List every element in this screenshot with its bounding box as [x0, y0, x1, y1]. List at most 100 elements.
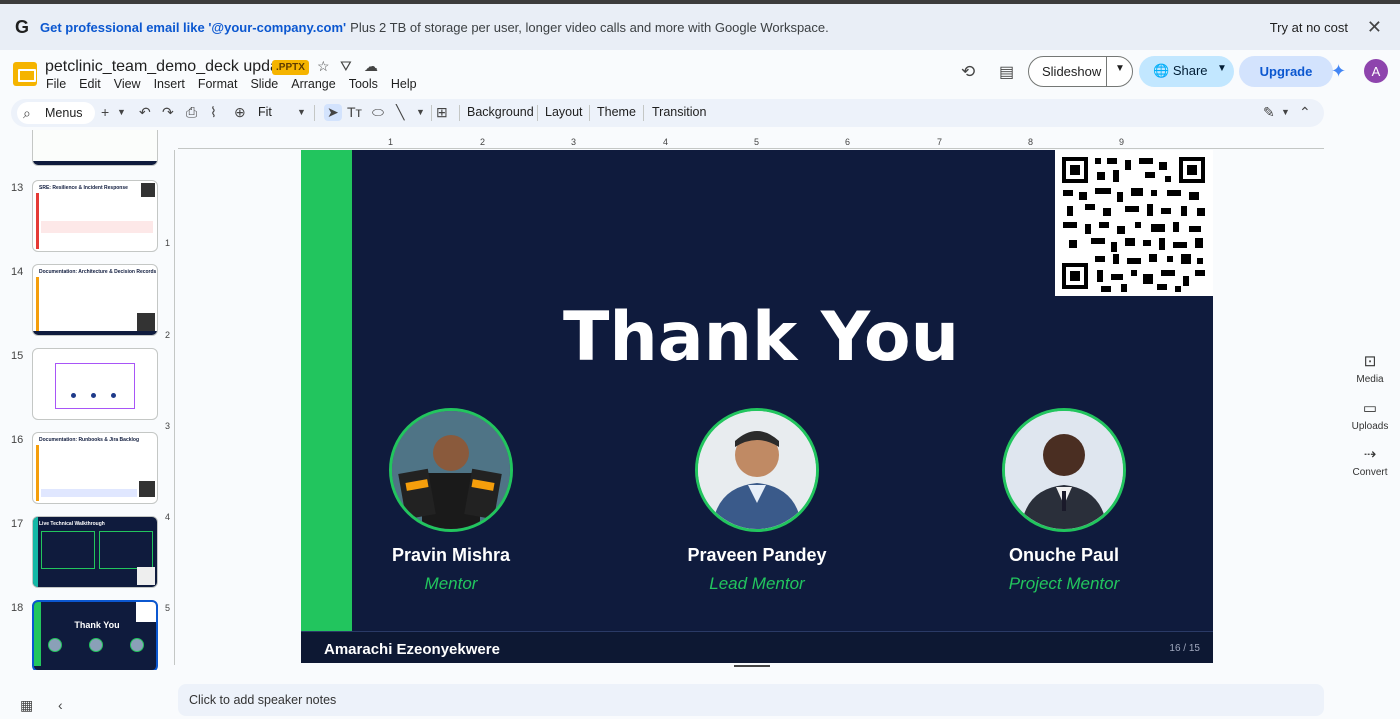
chevron-down-icon[interactable]: ▼	[1115, 63, 1125, 74]
avatar[interactable]: A	[1364, 59, 1388, 83]
close-icon[interactable]: ✕	[1367, 17, 1382, 38]
menu-format[interactable]: Format	[198, 77, 238, 91]
person-card[interactable]: Pravin Mishra Mentor	[336, 408, 566, 594]
person-card[interactable]: Onuche Paul Project Mentor	[949, 408, 1179, 594]
chevron-down-icon[interactable]: ▼	[117, 107, 126, 117]
share-button[interactable]: 🌐 Share ▼	[1139, 56, 1234, 87]
slide-thumbnail[interactable]: Live Technical Walkthrough	[32, 516, 158, 588]
line-icon[interactable]: ╲	[396, 104, 404, 121]
menu-insert[interactable]: Insert	[154, 77, 185, 91]
chevron-up-icon[interactable]: ⌃	[1299, 104, 1311, 121]
move-icon[interactable]: ⛛	[340, 58, 352, 75]
document-title[interactable]: petclinic_team_demo_deck update1	[45, 58, 301, 76]
thumb-accent	[34, 602, 41, 666]
layout-button[interactable]: Layout	[545, 105, 583, 119]
folder-icon: ▭	[1362, 400, 1378, 417]
thumb-block	[41, 489, 137, 497]
person-icon	[1005, 411, 1123, 529]
slide-number: 15	[11, 350, 24, 362]
thumb-block	[41, 531, 95, 569]
ruler-tick: 2	[165, 330, 171, 340]
qr-icon	[136, 602, 156, 622]
person-photo	[389, 408, 513, 532]
divider	[589, 105, 590, 121]
thumb-dot	[111, 393, 116, 398]
select-cursor-icon[interactable]: ➤	[324, 104, 342, 121]
slideshow-button[interactable]: Slideshow ▼	[1028, 56, 1133, 87]
ruler-tick: 5	[165, 603, 171, 613]
uploads-button[interactable]: ▭ Uploads	[1350, 399, 1390, 432]
undo-icon[interactable]: ↶	[139, 104, 151, 121]
person-card[interactable]: Praveen Pandey Lead Mentor	[642, 408, 872, 594]
grid-view-icon[interactable]: ▦	[20, 697, 33, 714]
print-icon[interactable]: ⎙	[186, 104, 197, 121]
zoom-select[interactable]: Fit	[258, 105, 272, 119]
speaker-notes[interactable]: Click to add speaker notes	[178, 684, 1324, 716]
slide-thumbnail[interactable]: Documentation: Runbooks & Jira Backlog	[32, 432, 158, 504]
chevron-left-icon[interactable]: ‹	[58, 697, 63, 713]
thumb-dot	[71, 393, 76, 398]
chevron-down-icon[interactable]: ▼	[1217, 63, 1227, 74]
slide-thumbnail[interactable]	[32, 130, 158, 166]
qr-icon	[137, 313, 155, 331]
convert-button[interactable]: ⇢ Convert	[1350, 445, 1390, 478]
paint-format-icon[interactable]: ⌇	[210, 104, 217, 121]
slide-title[interactable]: Thank You	[301, 298, 1213, 377]
slides-logo-icon[interactable]	[13, 62, 37, 86]
thumb-footer	[33, 331, 157, 335]
cloud-status-icon[interactable]: ☁	[364, 58, 378, 75]
slide-thumbnail[interactable]: SRE: Resilience & Incident Response	[32, 180, 158, 252]
slide-thumbnail[interactable]	[32, 348, 158, 420]
chevron-down-icon[interactable]: ▼	[1281, 107, 1290, 117]
text-box-icon[interactable]: Tт	[347, 104, 362, 120]
thumb-footer	[33, 161, 157, 165]
slide-thumbnail-active[interactable]: Thank You	[32, 600, 158, 670]
slide-thumbnail[interactable]: Documentation: Architecture & Decision R…	[32, 264, 158, 336]
share-label: 🌐 Share	[1153, 63, 1208, 78]
horizontal-ruler[interactable]: 1 2 3 4 5 6 7 8 9	[178, 137, 1324, 149]
slideshow-label: Slideshow	[1042, 64, 1102, 79]
background-button[interactable]: Background	[467, 105, 534, 119]
editing-mode-icon[interactable]: ✎	[1263, 104, 1275, 121]
redo-icon[interactable]: ↷	[162, 104, 174, 121]
comments-icon[interactable]: ▤	[999, 62, 1014, 82]
version-history-icon[interactable]: ⟲	[961, 62, 975, 82]
transition-button[interactable]: Transition	[652, 105, 706, 119]
ruler-tick: 5	[754, 137, 760, 147]
new-slide-icon[interactable]: +	[101, 104, 109, 120]
menu-view[interactable]: View	[114, 77, 141, 91]
zoom-icon[interactable]: ⊕	[234, 104, 246, 121]
slide-canvas[interactable]: Thank You Pravin Mishra Mentor Praveen P…	[301, 150, 1213, 663]
qr-icon	[139, 481, 155, 497]
vertical-ruler[interactable]: 1 2 3 4 5	[163, 150, 175, 665]
add-comment-icon[interactable]: ⊞	[436, 104, 448, 121]
upgrade-button[interactable]: Upgrade	[1239, 56, 1333, 87]
resize-handle[interactable]	[734, 665, 770, 667]
media-button[interactable]: ⊡ Media	[1350, 352, 1390, 385]
image-icon[interactable]: ⬭	[372, 104, 384, 121]
person-photo	[695, 408, 819, 532]
try-at-no-cost-link[interactable]: Try at no cost	[1270, 20, 1348, 35]
menu-help[interactable]: Help	[391, 77, 417, 91]
person-name: Praveen Pandey	[687, 545, 827, 565]
menu-slide[interactable]: Slide	[250, 77, 278, 91]
chevron-down-icon[interactable]: ▼	[416, 107, 425, 117]
slide-number: 17	[11, 518, 24, 530]
menu-tools[interactable]: Tools	[349, 77, 378, 91]
ruler-tick: 4	[663, 137, 669, 147]
menu-edit[interactable]: Edit	[79, 77, 101, 91]
menu-file[interactable]: File	[46, 77, 66, 91]
gemini-icon[interactable]: ✦	[1331, 61, 1346, 82]
chevron-down-icon[interactable]: ▼	[297, 107, 306, 117]
author-name[interactable]: Amarachi Ezeonyekwere	[324, 641, 500, 658]
star-icon[interactable]: ☆	[317, 58, 330, 75]
qr-code[interactable]	[1055, 150, 1213, 296]
menus-search[interactable]: ⌕ Menus	[17, 102, 95, 124]
ruler-tick: 4	[165, 512, 171, 522]
theme-button[interactable]: Theme	[597, 105, 636, 119]
thumb-title: Live Technical Walkthrough	[39, 521, 105, 527]
ruler-tick: 3	[571, 137, 577, 147]
google-g-icon: G	[14, 16, 29, 37]
menu-arrange[interactable]: Arrange	[291, 77, 335, 91]
divider	[537, 105, 538, 121]
